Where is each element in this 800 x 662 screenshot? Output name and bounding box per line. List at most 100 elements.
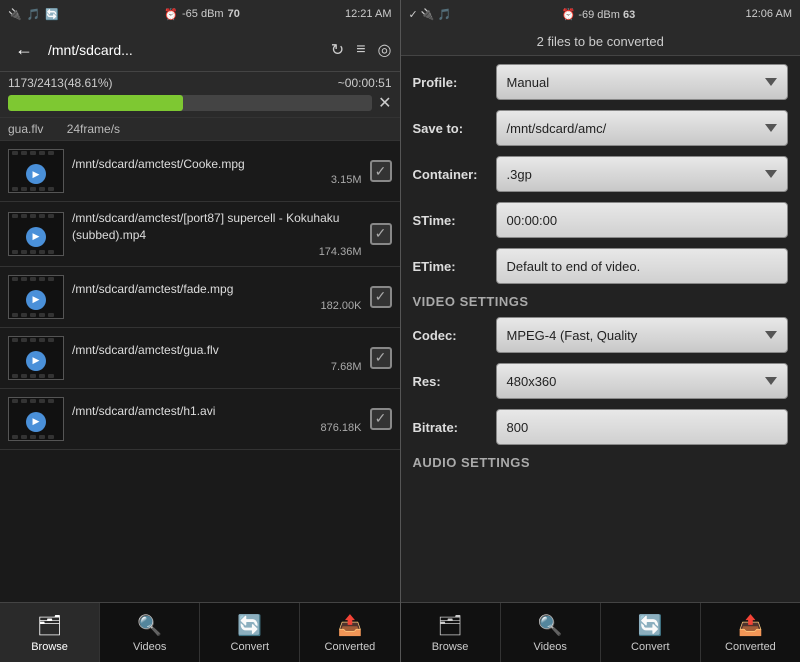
status-right-center: ⏰ -69 dBm 63 <box>562 8 636 21</box>
list-item[interactable]: ▶ /mnt/sdcard/amctest/fade.mpg 182.00K ✓ <box>0 267 400 328</box>
list-item[interactable]: ▶ /mnt/sdcard/amctest/gua.flv 7.68M ✓ <box>0 328 400 389</box>
tab-browse[interactable]: 🗂 Browse <box>0 603 100 662</box>
codec-dropdown[interactable]: MPEG-4 (Fast, Quality <box>496 317 789 353</box>
file-checkbox-0[interactable]: ✓ <box>370 160 392 182</box>
file-details: /mnt/sdcard/amctest/fade.mpg 182.00K <box>72 281 362 312</box>
videos-label: Videos <box>133 641 166 653</box>
stime-label: STime: <box>413 213 488 228</box>
check-icon: ✓ <box>375 288 387 305</box>
codec-value: MPEG-4 (Fast, Quality <box>507 328 638 343</box>
play-icon: ▶ <box>26 227 46 247</box>
check-icon: ✓ <box>409 9 418 21</box>
bitrate-label: Bitrate: <box>413 420 488 435</box>
profile-label: Profile: <box>413 75 488 90</box>
settings-panel: Profile: Manual Save to: /mnt/sdcard/amc… <box>401 56 800 602</box>
progress-fill <box>8 95 183 111</box>
file-thumbnail: ▶ <box>8 149 64 193</box>
dropdown-arrow-icon <box>765 170 777 178</box>
convert-icon: 🔄 <box>237 613 262 638</box>
profile-dropdown[interactable]: Manual <box>496 64 789 100</box>
bitrate-setting: Bitrate: 800 <box>413 409 789 445</box>
file-thumbnail: ▶ <box>8 336 64 380</box>
left-panel: 🔌 🎵 🔄 ⏰ -65 dBm 70 12:21 AM ← /mnt/sdcar… <box>0 0 400 662</box>
save-to-value: /mnt/sdcard/amc/ <box>507 121 607 136</box>
res-dropdown[interactable]: 480x360 <box>496 363 789 399</box>
file-checkbox-4[interactable]: ✓ <box>370 408 392 430</box>
check-icon: ✓ <box>375 349 387 366</box>
refresh-icon[interactable]: ↻ <box>331 40 344 60</box>
save-to-dropdown[interactable]: /mnt/sdcard/amc/ <box>496 110 789 146</box>
usb-icon: 🔌 <box>8 8 22 21</box>
file-size: 7.68M <box>72 361 362 373</box>
browse-icon-right: 🗂 <box>437 613 462 638</box>
videos-icon-right: 🔍 <box>538 613 563 638</box>
location-icon[interactable]: ◎ <box>378 40 392 60</box>
container-value: .3gp <box>507 167 532 182</box>
browse-icon: 🗂 <box>37 613 62 638</box>
play-icon: ▶ <box>26 164 46 184</box>
dropdown-arrow-icon <box>765 78 777 86</box>
tab-convert[interactable]: 🔄 Convert <box>200 603 300 662</box>
file-size: 182.00K <box>72 300 362 312</box>
res-value: 480x360 <box>507 374 557 389</box>
usb-icon-right: 🔌 <box>421 9 435 21</box>
profile-value: Manual <box>507 75 550 90</box>
check-icon: ✓ <box>375 163 387 180</box>
codec-setting: Codec: MPEG-4 (Fast, Quality <box>413 317 789 353</box>
codec-label: Codec: <box>413 328 488 343</box>
file-details: /mnt/sdcard/amctest/Cooke.mpg 3.15M <box>72 156 362 187</box>
nav-bar-left: ← /mnt/sdcard... ↻ ≡ ◎ <box>0 28 400 72</box>
progress-track <box>8 95 372 111</box>
file-checkbox-3[interactable]: ✓ <box>370 347 392 369</box>
save-to-label: Save to: <box>413 121 488 136</box>
converted-icon-right: 📤 <box>738 613 763 638</box>
file-checkbox-2[interactable]: ✓ <box>370 286 392 308</box>
dropdown-arrow-icon <box>765 124 777 132</box>
cancel-button[interactable]: ✕ <box>378 93 391 113</box>
convert-label: Convert <box>231 641 270 653</box>
tab-converted-right[interactable]: 📤 Converted <box>701 603 800 662</box>
play-icon: ▶ <box>26 412 46 432</box>
tab-converted[interactable]: 📤 Converted <box>300 603 399 662</box>
status-time-left: 12:21 AM <box>345 8 391 20</box>
file-details: /mnt/sdcard/amctest/gua.flv 7.68M <box>72 342 362 373</box>
file-size: 174.36M <box>72 246 362 258</box>
signal-strength-left: -65 dBm <box>182 8 224 20</box>
profile-setting: Profile: Manual <box>413 64 789 100</box>
nav-icons: ↻ ≡ ◎ <box>331 40 392 60</box>
list-item[interactable]: ▶ /mnt/sdcard/amctest/[port87] supercell… <box>0 202 400 267</box>
network-type-left: 70 <box>228 8 240 20</box>
status-right-icons: ✓ 🔌 🎵 <box>409 8 452 21</box>
etime-input[interactable]: Default to end of video. <box>496 248 789 284</box>
etime-value: Default to end of video. <box>507 259 641 274</box>
menu-icon[interactable]: ≡ <box>356 41 365 59</box>
progress-percent-text: 1173/2413(48.61%) <box>8 76 113 90</box>
file-thumbnail: ▶ <box>8 397 64 441</box>
list-item[interactable]: ▶ /mnt/sdcard/amctest/Cooke.mpg 3.15M ✓ <box>0 141 400 202</box>
save-to-setting: Save to: /mnt/sdcard/amc/ <box>413 110 789 146</box>
etime-setting: ETime: Default to end of video. <box>413 248 789 284</box>
bitrate-value: 800 <box>507 420 529 435</box>
res-label: Res: <box>413 374 488 389</box>
file-checkbox-1[interactable]: ✓ <box>370 223 392 245</box>
file-size: 876.18K <box>72 422 362 434</box>
etime-label: ETime: <box>413 259 488 274</box>
list-item[interactable]: ▶ /mnt/sdcard/amctest/h1.avi 876.18K ✓ <box>0 389 400 450</box>
progress-container: 1173/2413(48.61%) ~00:00:51 ✕ <box>0 72 400 118</box>
file-size: 3.15M <box>72 174 362 186</box>
dropdown-arrow-icon <box>765 331 777 339</box>
bitrate-input[interactable]: 800 <box>496 409 789 445</box>
tab-videos[interactable]: 🔍 Videos <box>100 603 200 662</box>
tab-browse-right[interactable]: 🗂 Browse <box>401 603 501 662</box>
tab-videos-right[interactable]: 🔍 Videos <box>501 603 601 662</box>
alarm-icon: ⏰ <box>164 8 178 21</box>
file-details: /mnt/sdcard/amctest/[port87] supercell -… <box>72 210 362 258</box>
file-path: /mnt/sdcard/amctest/gua.flv <box>72 342 362 359</box>
progress-info: 1173/2413(48.61%) ~00:00:51 <box>8 76 392 90</box>
browse-label: Browse <box>31 641 68 653</box>
back-button[interactable]: ← <box>8 34 40 66</box>
container-dropdown[interactable]: .3gp <box>496 156 789 192</box>
stime-input[interactable]: 00:00:00 <box>496 202 789 238</box>
tab-convert-right[interactable]: 🔄 Convert <box>601 603 701 662</box>
stime-setting: STime: 00:00:00 <box>413 202 789 238</box>
